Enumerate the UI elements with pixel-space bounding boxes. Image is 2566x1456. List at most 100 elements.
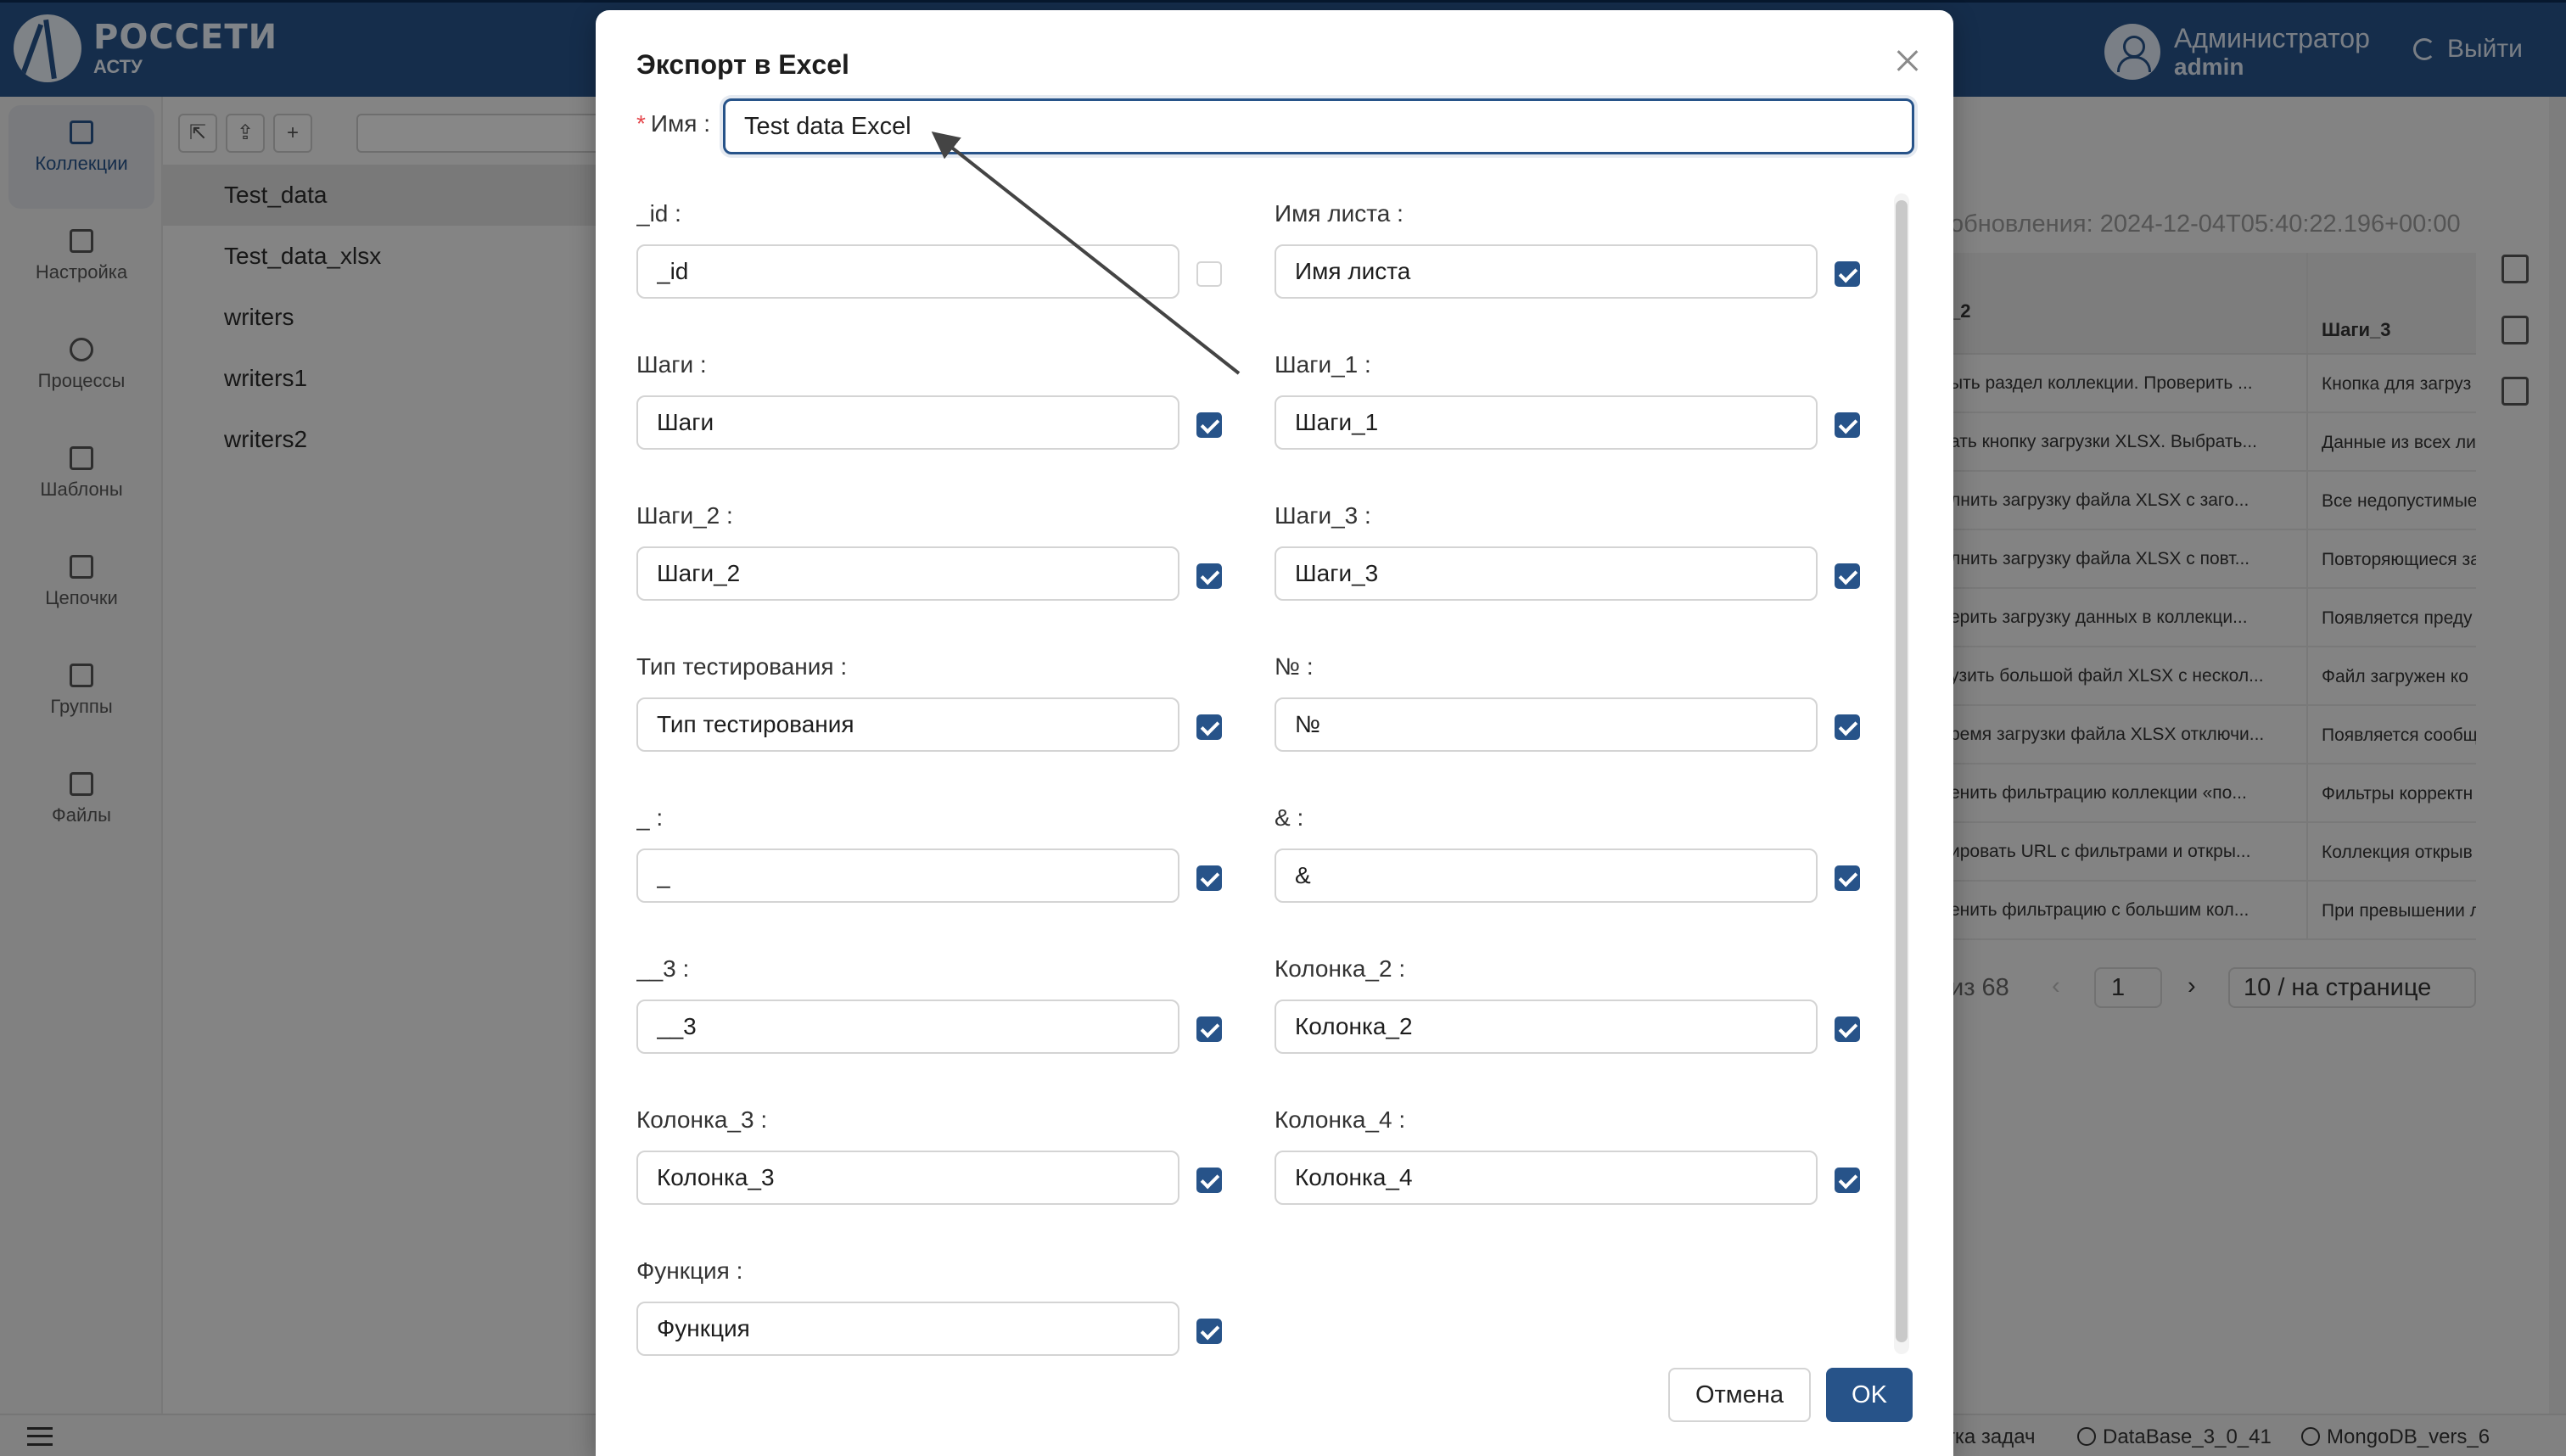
label-colon: : bbox=[1392, 1106, 1406, 1133]
label-colon: : bbox=[693, 351, 707, 378]
field-label: & : bbox=[1275, 804, 1303, 832]
close-icon[interactable] bbox=[1891, 44, 1924, 78]
checked-checkbox[interactable] bbox=[1835, 261, 1860, 287]
field-label: Колонка_3 : bbox=[636, 1106, 767, 1134]
field-label: __3 : bbox=[636, 955, 689, 983]
label-colon: : bbox=[668, 200, 681, 227]
field-label-text: Шаги_3 bbox=[1275, 502, 1359, 529]
field-name-input[interactable] bbox=[1275, 1000, 1818, 1054]
export-fields: _id :Имя листа :Шаги :Шаги_1 :Шаги_2 :Ша… bbox=[636, 193, 1909, 1356]
field-label: Тип тестирования : bbox=[636, 653, 847, 680]
field-name-input[interactable] bbox=[636, 244, 1179, 299]
field-label: Шаги_1 : bbox=[1275, 351, 1371, 378]
field-name-input[interactable] bbox=[1275, 1151, 1818, 1205]
checked-checkbox[interactable] bbox=[1835, 865, 1860, 891]
name-label: * Имя : bbox=[636, 110, 710, 137]
ok-button[interactable]: OK bbox=[1826, 1368, 1913, 1422]
field-label: № : bbox=[1275, 653, 1314, 680]
label-colon: : bbox=[1392, 955, 1406, 982]
checked-checkbox[interactable] bbox=[1835, 1168, 1860, 1193]
field-name-input[interactable] bbox=[636, 1302, 1179, 1356]
required-marker: * bbox=[636, 110, 646, 137]
export-field: Шаги_1 : bbox=[1275, 344, 1868, 463]
export-field: _id : bbox=[636, 193, 1230, 312]
export-field: № : bbox=[1275, 647, 1868, 765]
field-label: Шаги_3 : bbox=[1275, 502, 1371, 529]
label-colon: : bbox=[697, 110, 711, 137]
field-name-input[interactable] bbox=[636, 848, 1179, 903]
cancel-button[interactable]: Отмена bbox=[1668, 1368, 1811, 1422]
checked-checkbox[interactable] bbox=[1196, 412, 1222, 438]
field-label-text: Колонка_3 bbox=[636, 1106, 754, 1133]
field-label: Шаги_2 : bbox=[636, 502, 733, 529]
export-field: Колонка_2 : bbox=[1275, 949, 1868, 1067]
label-colon: : bbox=[833, 653, 848, 680]
field-label-text: Шаги bbox=[636, 351, 694, 378]
field-label-text: Функция bbox=[636, 1257, 730, 1284]
field-name-input[interactable] bbox=[636, 546, 1179, 601]
field-name-input[interactable] bbox=[1275, 697, 1818, 752]
field-label-text: _ bbox=[636, 804, 650, 831]
checked-checkbox[interactable] bbox=[1835, 1016, 1860, 1042]
checked-checkbox[interactable] bbox=[1196, 1319, 1222, 1344]
export-field: _ : bbox=[636, 798, 1230, 916]
name-input[interactable] bbox=[723, 98, 1914, 154]
label-colon: : bbox=[754, 1106, 768, 1133]
field-name-input[interactable] bbox=[636, 697, 1179, 752]
label-colon: : bbox=[720, 502, 733, 529]
checked-checkbox[interactable] bbox=[1835, 714, 1860, 740]
checked-checkbox[interactable] bbox=[1196, 1016, 1222, 1042]
label-colon: : bbox=[1290, 804, 1304, 831]
field-label: Функция : bbox=[636, 1257, 742, 1285]
field-label-text: __3 bbox=[636, 955, 676, 982]
checked-checkbox[interactable] bbox=[1196, 1168, 1222, 1193]
label-colon: : bbox=[1358, 351, 1371, 378]
label-colon: : bbox=[675, 955, 690, 982]
field-label: Колонка_2 : bbox=[1275, 955, 1405, 983]
checked-checkbox[interactable] bbox=[1196, 714, 1222, 740]
field-name-input[interactable] bbox=[1275, 546, 1818, 601]
field-name-input[interactable] bbox=[636, 395, 1179, 450]
field-label-text: Колонка_2 bbox=[1275, 955, 1392, 982]
field-label: Шаги : bbox=[636, 351, 707, 378]
export-field: Тип тестирования : bbox=[636, 647, 1230, 765]
label-colon: : bbox=[1358, 502, 1371, 529]
field-name-input[interactable] bbox=[636, 1000, 1179, 1054]
label-colon: : bbox=[729, 1257, 743, 1284]
export-field: Шаги_2 : bbox=[636, 496, 1230, 614]
field-label-text: Колонка_4 bbox=[1275, 1106, 1392, 1133]
field-label-text: Имя листа bbox=[1275, 200, 1391, 227]
export-excel-modal: Экспорт в Excel *Имя : _id :Имя листа :Ш… bbox=[596, 10, 1953, 1456]
field-name-input[interactable] bbox=[636, 1151, 1179, 1205]
checked-checkbox[interactable] bbox=[1835, 412, 1860, 438]
unchecked-checkbox[interactable] bbox=[1196, 261, 1222, 287]
field-name-input[interactable] bbox=[1275, 848, 1818, 903]
export-field: & : bbox=[1275, 798, 1868, 916]
export-field: Колонка_3 : bbox=[636, 1100, 1230, 1218]
checked-checkbox[interactable] bbox=[1196, 563, 1222, 589]
modal-scrollbar[interactable] bbox=[1894, 193, 1909, 1354]
export-field: Шаги : bbox=[636, 344, 1230, 463]
label-colon: : bbox=[649, 804, 664, 831]
field-label-text: & bbox=[1275, 804, 1291, 831]
field-label: _ : bbox=[636, 804, 663, 832]
field-name-input[interactable] bbox=[1275, 395, 1818, 450]
name-label-text: Имя bbox=[650, 110, 698, 137]
field-name-input[interactable] bbox=[1275, 244, 1818, 299]
field-label-text: _id bbox=[636, 200, 669, 227]
export-field: __3 : bbox=[636, 949, 1230, 1067]
export-field: Функция : bbox=[636, 1251, 1230, 1356]
label-colon: : bbox=[1300, 653, 1314, 680]
export-field: Шаги_3 : bbox=[1275, 496, 1868, 614]
checked-checkbox[interactable] bbox=[1835, 563, 1860, 589]
checked-checkbox[interactable] bbox=[1196, 865, 1222, 891]
label-colon: : bbox=[1390, 200, 1403, 227]
field-label-text: Шаги_2 bbox=[636, 502, 720, 529]
field-label: Колонка_4 : bbox=[1275, 1106, 1405, 1134]
modal-title: Экспорт в Excel bbox=[636, 49, 849, 80]
field-label: Имя листа : bbox=[1275, 200, 1403, 227]
field-label-text: № bbox=[1275, 653, 1301, 680]
modal-scrollbar-thumb[interactable] bbox=[1896, 200, 1908, 1342]
field-label-text: Тип тестирования bbox=[636, 653, 834, 680]
field-label-text: Шаги_1 bbox=[1275, 351, 1359, 378]
